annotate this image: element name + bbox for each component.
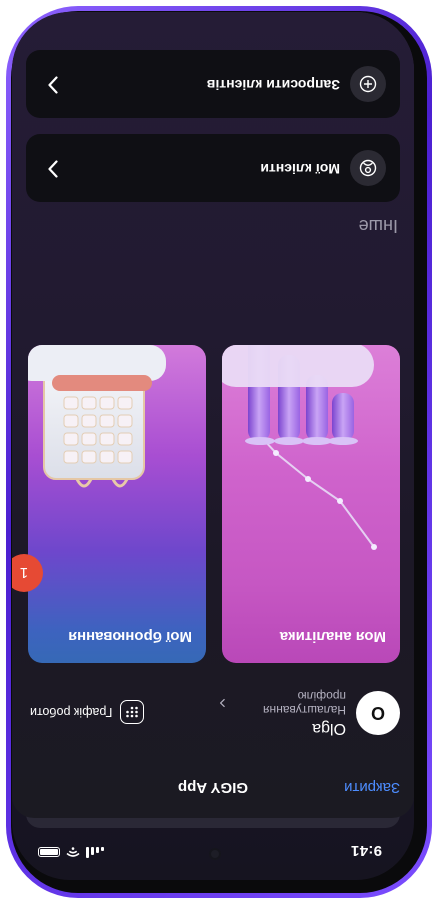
avatar: O: [356, 691, 400, 735]
chevron-right-icon: [220, 698, 225, 708]
sheet-header: Закрити GIGY App: [12, 766, 414, 806]
profile-link[interactable]: O Olga Налаштування профілю: [220, 689, 400, 737]
signal-icon: [86, 847, 104, 858]
profile-name: Olga: [312, 720, 346, 737]
phone-bezel: 9:41 Закрити GIGY App O Olga Налаштуванн…: [11, 11, 427, 893]
calendar-illustration: [28, 345, 166, 488]
list-item-invite-clients[interactable]: Запросити клієнтів: [26, 50, 400, 118]
schedule-button[interactable]: Графік роботи: [30, 700, 145, 724]
section-title-other: Інше: [358, 216, 398, 236]
battery-icon: [38, 847, 60, 858]
bookings-card[interactable]: Мої бронювання: [28, 345, 206, 663]
status-time: 9:41: [350, 842, 382, 859]
phone-frame: 9:41 Закрити GIGY App O Olga Налаштуванн…: [6, 6, 432, 898]
app-title: GIGY App: [178, 779, 249, 796]
bar-chart-illustration: [222, 345, 377, 550]
profile-text: Olga Налаштування профілю: [220, 689, 346, 737]
profile-settings-label: Налаштування профілю: [263, 689, 346, 717]
analytics-card[interactable]: Моя аналітика: [222, 345, 400, 663]
chevron-right-icon: [48, 160, 58, 178]
screen: 9:41 Закрити GIGY App O Olga Налаштуванн…: [12, 12, 414, 880]
invite-icon: [350, 66, 386, 102]
wifi-icon: [66, 847, 80, 858]
invite-clients-label: Запросити клієнтів: [206, 77, 340, 93]
clients-icon: [350, 150, 386, 186]
list-item-my-clients[interactable]: Мої клієнти: [26, 134, 400, 202]
status-icons: [38, 847, 104, 858]
my-clients-label: Мої клієнти: [260, 161, 340, 177]
calendar-grid-icon: [120, 700, 145, 724]
chevron-right-icon: [48, 76, 58, 94]
menu-sheet: Закрити GIGY App O Olga Налаштування про…: [12, 12, 414, 818]
schedule-label: Графік роботи: [30, 705, 113, 719]
profile-settings: Налаштування профілю: [220, 689, 346, 717]
front-camera: [209, 848, 221, 860]
